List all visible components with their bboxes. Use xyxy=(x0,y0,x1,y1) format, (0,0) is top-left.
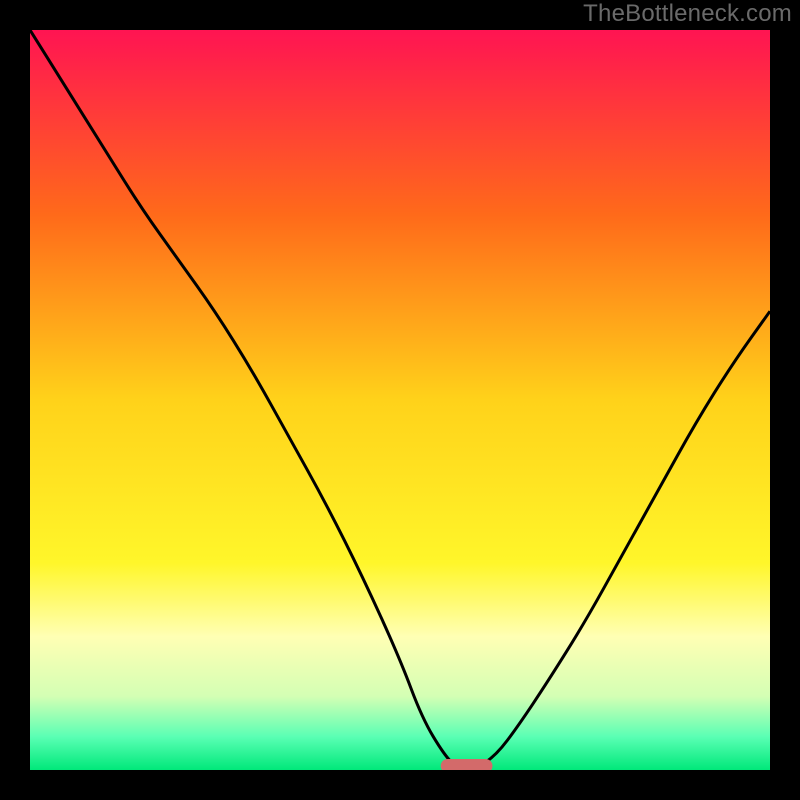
bottleneck-chart xyxy=(0,0,800,800)
watermark-text: TheBottleneck.com xyxy=(583,0,792,28)
